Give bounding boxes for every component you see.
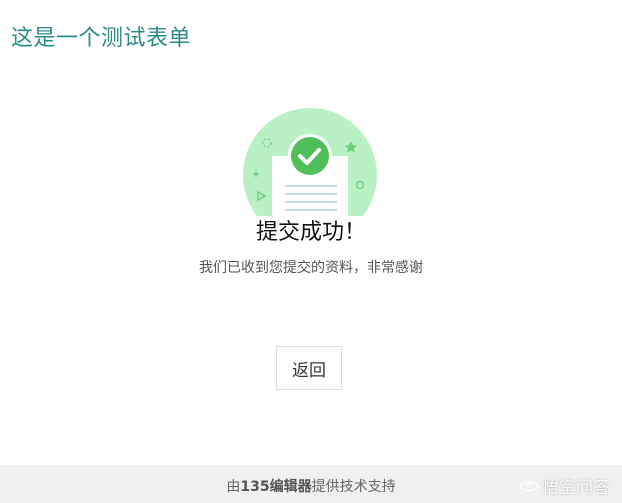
success-document-check-icon (243, 108, 377, 216)
footer-suffix: 提供技术支持 (311, 479, 396, 495)
success-message: 我们已收到您提交的资料，非常感谢 (199, 260, 423, 276)
success-illustration (243, 108, 377, 216)
footer: 由135编辑器提供技术支持 悟空问答 (0, 465, 622, 503)
watermark: 悟空问答 (519, 473, 610, 498)
watermark-text: 悟空问答 (542, 478, 610, 498)
form-success-page: 这是一个测试表单 提交成功！ 我们已收到您提交的资料，非常感谢 返回 由135编… (0, 0, 622, 503)
success-title: 提交成功！ (255, 220, 366, 245)
footer-brand-link[interactable]: 135编辑器 (240, 479, 311, 495)
form-title: 这是一个测试表单 (11, 26, 192, 51)
footer-prefix: 由 (226, 479, 241, 495)
back-button[interactable]: 返回 (276, 346, 342, 390)
wukong-logo-icon (519, 478, 539, 498)
